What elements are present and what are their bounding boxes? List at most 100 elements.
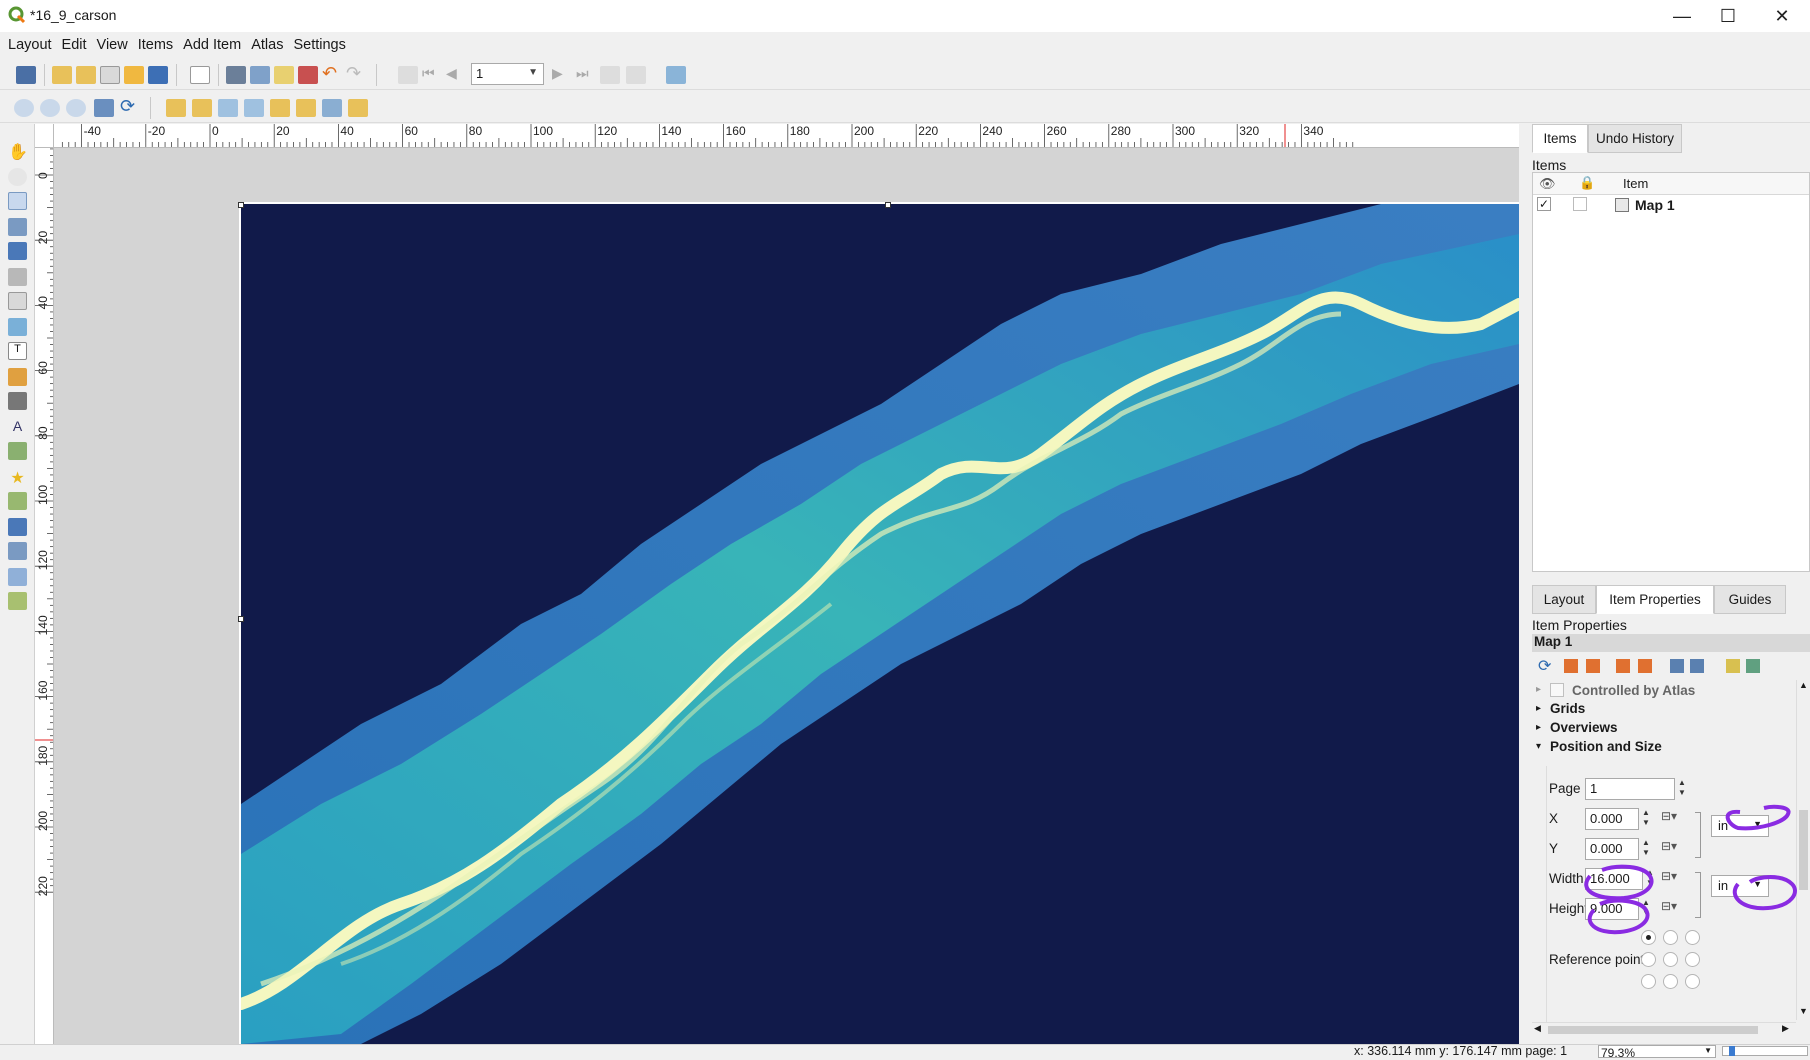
page-spin-arrows[interactable]: ▲ ▼ [1675, 778, 1689, 800]
previous-feature-icon[interactable]: ◀ [446, 65, 466, 83]
add-3d-map-icon[interactable] [8, 292, 27, 310]
labeling-icon[interactable] [1690, 659, 1704, 673]
scroll-left-icon[interactable]: ◀ [1534, 1023, 1541, 1034]
select-move-icon[interactable] [8, 192, 27, 210]
export-pdf-icon[interactable] [298, 66, 318, 84]
print-atlas-icon[interactable] [600, 66, 620, 84]
add-arrow-icon[interactable] [8, 492, 27, 510]
scrollbar-thumb[interactable] [1548, 1026, 1758, 1034]
add-picture-icon[interactable] [8, 318, 27, 336]
zoom-tool-icon[interactable] [8, 168, 27, 186]
map-item[interactable] [241, 204, 1519, 1044]
ungroup-items-icon[interactable] [192, 99, 212, 117]
page-input[interactable]: 1 [1585, 778, 1675, 800]
chevron-right-icon[interactable]: ▸ [1536, 703, 1541, 714]
edit-nodes-icon[interactable] [8, 242, 27, 260]
scroll-right-icon[interactable]: ▶ [1782, 1023, 1789, 1034]
view-extent-icon[interactable] [1586, 659, 1600, 673]
props-hscrollbar[interactable]: ◀ ▶ [1532, 1022, 1796, 1036]
menu-add-item[interactable]: Add Item [178, 32, 246, 58]
map-settings-icon[interactable] [1746, 659, 1760, 673]
section-overviews[interactable]: Overviews [1550, 720, 1618, 735]
lock-items-icon[interactable] [218, 99, 238, 117]
add-fixed-table-icon[interactable] [8, 592, 27, 610]
add-map-icon[interactable] [8, 268, 27, 286]
selection-handle[interactable] [238, 616, 244, 622]
zoom-extent-icon[interactable] [1638, 659, 1652, 673]
add-scalebar-icon[interactable] [8, 392, 27, 410]
first-feature-icon[interactable]: ⏮ [422, 65, 442, 83]
refresh-icon[interactable]: ⟳ [120, 97, 140, 115]
bookmarks-icon[interactable] [1670, 659, 1684, 673]
maximize-button[interactable]: ☐ [1700, 0, 1756, 32]
add-legend-icon[interactable] [8, 368, 27, 386]
add-html-icon[interactable] [8, 542, 27, 560]
menu-layout[interactable]: Layout [3, 32, 57, 58]
scroll-up-icon[interactable]: ▲ [1799, 680, 1808, 690]
export-image-icon[interactable] [250, 66, 270, 84]
scroll-down-icon[interactable]: ▼ [1799, 1006, 1808, 1016]
atlas-settings-icon[interactable] [666, 66, 686, 84]
lock-checkbox[interactable] [1573, 197, 1587, 211]
align-items-icon[interactable] [322, 99, 342, 117]
add-polygon-icon[interactable] [8, 518, 27, 536]
export-atlas-icon[interactable] [626, 66, 646, 84]
last-feature-icon[interactable]: ⏭ [576, 65, 596, 83]
pan-hand-icon[interactable]: ✋ [8, 142, 28, 161]
tab-guides[interactable]: Guides [1714, 585, 1786, 614]
add-marker-icon[interactable]: ★ [8, 468, 27, 487]
atlas-preview-icon[interactable] [398, 66, 418, 84]
controlled-by-atlas-checkbox[interactable] [1550, 683, 1564, 697]
open-folder-icon[interactable] [124, 66, 144, 84]
chevron-down-icon[interactable]: ▾ [1536, 741, 1541, 752]
zoom-full-icon[interactable] [94, 99, 114, 117]
print-icon[interactable] [226, 66, 246, 84]
visibility-checkbox[interactable]: ✓ [1537, 197, 1551, 211]
menu-edit[interactable]: Edit [57, 32, 92, 58]
set-extent-icon[interactable] [1564, 659, 1578, 673]
add-shape-icon[interactable] [8, 442, 27, 460]
horizontal-ruler[interactable]: -40 -20 0 20 40 60 80 100 120 140 160 180 200 220 240 2… [54, 124, 1519, 148]
list-item[interactable]: ✓ Map 1 [1533, 195, 1809, 217]
raise-items-icon[interactable] [270, 99, 290, 117]
tab-items[interactable]: Items [1532, 124, 1588, 153]
group-items-icon[interactable] [166, 99, 186, 117]
menu-view[interactable]: View [92, 32, 133, 58]
zoom-out-icon[interactable] [40, 99, 60, 117]
tab-layout[interactable]: Layout [1532, 585, 1596, 614]
zoom-combo[interactable]: 79.3% ▼ [1598, 1045, 1716, 1060]
distribute-items-icon[interactable] [348, 99, 368, 117]
zoom-slider-handle[interactable] [1729, 1046, 1735, 1056]
export-svg-icon[interactable] [274, 66, 294, 84]
section-position-size[interactable]: Position and Size [1550, 739, 1662, 754]
zoom-actual-icon[interactable] [66, 99, 86, 117]
add-north-arrow-icon[interactable]: A [8, 418, 27, 436]
redo-icon[interactable]: ↷ [346, 64, 366, 82]
move-content-icon[interactable] [8, 218, 27, 236]
next-feature-icon[interactable]: ▶ [552, 65, 572, 83]
items-list[interactable]: 👁 🔒 Item ✓ Map 1 [1532, 172, 1810, 572]
move-to-extent-icon[interactable] [1616, 659, 1630, 673]
menu-items[interactable]: Items [133, 32, 178, 58]
menu-settings[interactable]: Settings [288, 32, 350, 58]
layout-canvas[interactable] [54, 148, 1519, 1044]
selection-handle[interactable] [238, 202, 244, 208]
zoom-in-icon[interactable] [14, 99, 34, 117]
add-label-icon[interactable]: T [8, 342, 27, 360]
selection-handle[interactable] [885, 202, 891, 208]
zoom-slider[interactable] [1722, 1046, 1808, 1056]
tab-item-properties[interactable]: Item Properties [1596, 585, 1714, 614]
duplicate-layout-icon[interactable] [76, 66, 96, 84]
unlock-items-icon[interactable] [244, 99, 264, 117]
new-layout-icon[interactable] [52, 66, 72, 84]
undo-icon[interactable]: ↶ [322, 64, 342, 82]
layout-manager-icon[interactable] [100, 66, 120, 84]
add-attribute-table-icon[interactable] [8, 568, 27, 586]
lower-items-icon[interactable] [296, 99, 316, 117]
close-button[interactable]: ✕ [1754, 0, 1810, 32]
save-icon[interactable] [16, 66, 36, 84]
chevron-right-icon[interactable]: ▸ [1536, 722, 1541, 733]
section-grids[interactable]: Grids [1550, 701, 1585, 716]
refresh-icon[interactable]: ⟳ [1538, 656, 1551, 676]
layer-themes-icon[interactable] [1726, 659, 1740, 673]
